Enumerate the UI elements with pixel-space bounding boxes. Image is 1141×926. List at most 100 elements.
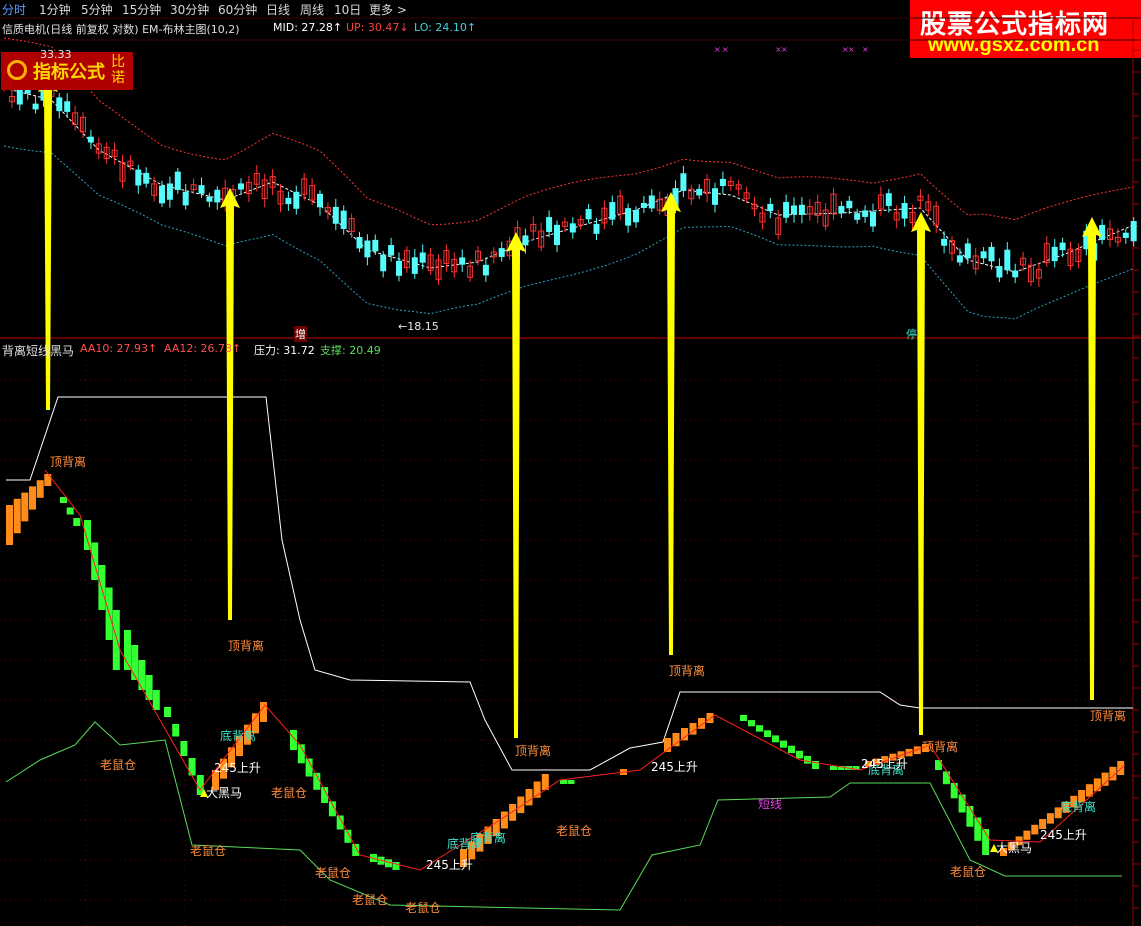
candle-body xyxy=(135,169,142,186)
candle-body xyxy=(1099,224,1106,240)
candle-body xyxy=(32,103,39,110)
oscillator-bar-down xyxy=(560,780,567,784)
support-value: 支撑: 20.49 xyxy=(320,344,381,357)
candle-body xyxy=(838,205,845,214)
candle-body xyxy=(1051,246,1058,262)
candle-body xyxy=(854,213,861,220)
oscillator-bar-up xyxy=(29,486,36,510)
oscillator-bar-down xyxy=(172,724,180,737)
signal-label-rise: 245上升 xyxy=(1040,828,1087,842)
oscillator-bar-down xyxy=(66,507,74,515)
candle-body xyxy=(885,193,892,206)
tag-zeng: 增 xyxy=(294,326,307,342)
candle-body xyxy=(648,195,655,209)
logo-text: 指标公式 xyxy=(33,62,105,83)
signal-label-horse: 大黑马 xyxy=(206,786,242,800)
candle-body xyxy=(340,210,347,229)
bollinger-upper-line xyxy=(3,37,1134,226)
candle-body xyxy=(862,210,869,217)
signal-labels: 顶背离顶背离顶背离顶背离顶背离顶背离底背离底背离底背离底背离底背离245上升 24… xyxy=(50,454,1126,915)
oscillator-bar-down xyxy=(352,844,360,856)
tag-ting: 停 xyxy=(906,328,917,341)
oscillator-bar-up xyxy=(1031,824,1039,835)
signal-label-top: 顶背离 xyxy=(669,663,705,678)
marker-x: × xyxy=(862,45,869,54)
candlestick-panel: × × × × × × × xyxy=(1,37,1137,320)
candle-body xyxy=(238,183,244,190)
candle-body xyxy=(419,252,426,263)
candle-body xyxy=(56,97,63,112)
grid-lines xyxy=(0,17,1141,926)
pressure-value: 压力: 31.72 xyxy=(254,344,315,357)
candle-body xyxy=(16,87,23,105)
candle-body xyxy=(206,196,213,202)
oscillator-bar-down xyxy=(385,859,392,868)
oscillator-bar-down xyxy=(788,745,795,753)
candle-body xyxy=(285,197,292,205)
candle-body xyxy=(166,183,173,200)
candle-body xyxy=(380,254,387,272)
candle-body xyxy=(1122,232,1129,238)
candle-body xyxy=(1059,242,1066,251)
oscillator-bar-up xyxy=(509,804,517,821)
signal-label-rat: 老鼠仓 xyxy=(950,865,986,879)
candle-body xyxy=(609,202,616,220)
oscillator-bar-up xyxy=(500,811,508,829)
oscillator-bar-down xyxy=(152,690,160,710)
candle-body xyxy=(593,223,600,234)
signal-label-top: 顶背离 xyxy=(922,739,958,754)
signal-label-top: 顶背离 xyxy=(1090,708,1126,723)
oscillator-bar-down xyxy=(830,766,837,770)
oscillator-bar-up xyxy=(525,789,533,806)
candle-body xyxy=(964,243,971,259)
oscillator-bar-down xyxy=(796,750,803,759)
candle-body xyxy=(767,203,774,212)
pressure-line xyxy=(6,396,1133,771)
marker-x: × xyxy=(722,45,729,54)
oscillator-bar-up xyxy=(1101,772,1109,786)
bollinger-mid-line xyxy=(3,87,1134,273)
candle-body xyxy=(712,188,718,205)
indicator-title: 背离短线黑马 xyxy=(2,344,75,358)
candle-body xyxy=(87,136,94,143)
oscillator-bar-up xyxy=(21,492,29,522)
candle-body xyxy=(798,204,805,215)
signal-label-rise: 245上升 xyxy=(861,757,908,771)
signal-label-top: 顶背离 xyxy=(228,638,264,653)
signal-label-rat: 老鼠仓 xyxy=(190,844,226,858)
signal-label-rat: 老鼠仓 xyxy=(315,866,351,880)
signal-label-top: 顶背离 xyxy=(50,454,86,469)
candle-body xyxy=(719,178,726,187)
candle-body xyxy=(1012,270,1019,278)
chart-canvas: × × × × × × × 顶背离顶背离顶背离顶背离顶背离顶背离底背离底背离底背离底背离底背… xyxy=(0,17,1141,926)
signal-label-bottom: 底背离 xyxy=(1060,799,1096,814)
candle-body xyxy=(554,224,560,246)
signal-label-rise: 245上升 xyxy=(651,760,698,774)
candle-body xyxy=(633,210,639,223)
candle-body xyxy=(522,235,529,246)
candle-body xyxy=(388,245,395,256)
price-high-label: 33.33 xyxy=(40,48,72,61)
signal-label-top: 顶背离 xyxy=(515,743,551,758)
oscillator-bar-up xyxy=(13,498,21,534)
signal-label-rat: 老鼠仓 xyxy=(556,824,592,838)
oscillator-bar-up xyxy=(1023,830,1031,840)
oscillator-bar-down xyxy=(180,741,188,756)
aa12-value: AA12: 26.73↑ xyxy=(164,342,242,355)
oscillator-bar-up xyxy=(706,713,714,723)
oscillator-bar-down xyxy=(740,715,747,721)
signal-label-short: 短线 xyxy=(758,797,782,811)
price-low-label: ←18.15 xyxy=(398,320,439,333)
candle-body xyxy=(317,193,323,208)
signal-label-bottom: 底背离 xyxy=(470,830,506,845)
oscillator-bar-up xyxy=(681,728,688,741)
candle-body xyxy=(901,203,908,219)
candle-body xyxy=(1130,221,1137,242)
signal-label-rise: 245上升 xyxy=(426,858,473,872)
oscillator-bar-up xyxy=(1117,761,1125,775)
arrow-up-icon xyxy=(506,232,526,738)
candle-body xyxy=(498,248,505,257)
candle-body xyxy=(941,238,948,246)
arrow-up-icon xyxy=(661,192,681,655)
logo-side-text: 比诺 xyxy=(111,54,125,86)
